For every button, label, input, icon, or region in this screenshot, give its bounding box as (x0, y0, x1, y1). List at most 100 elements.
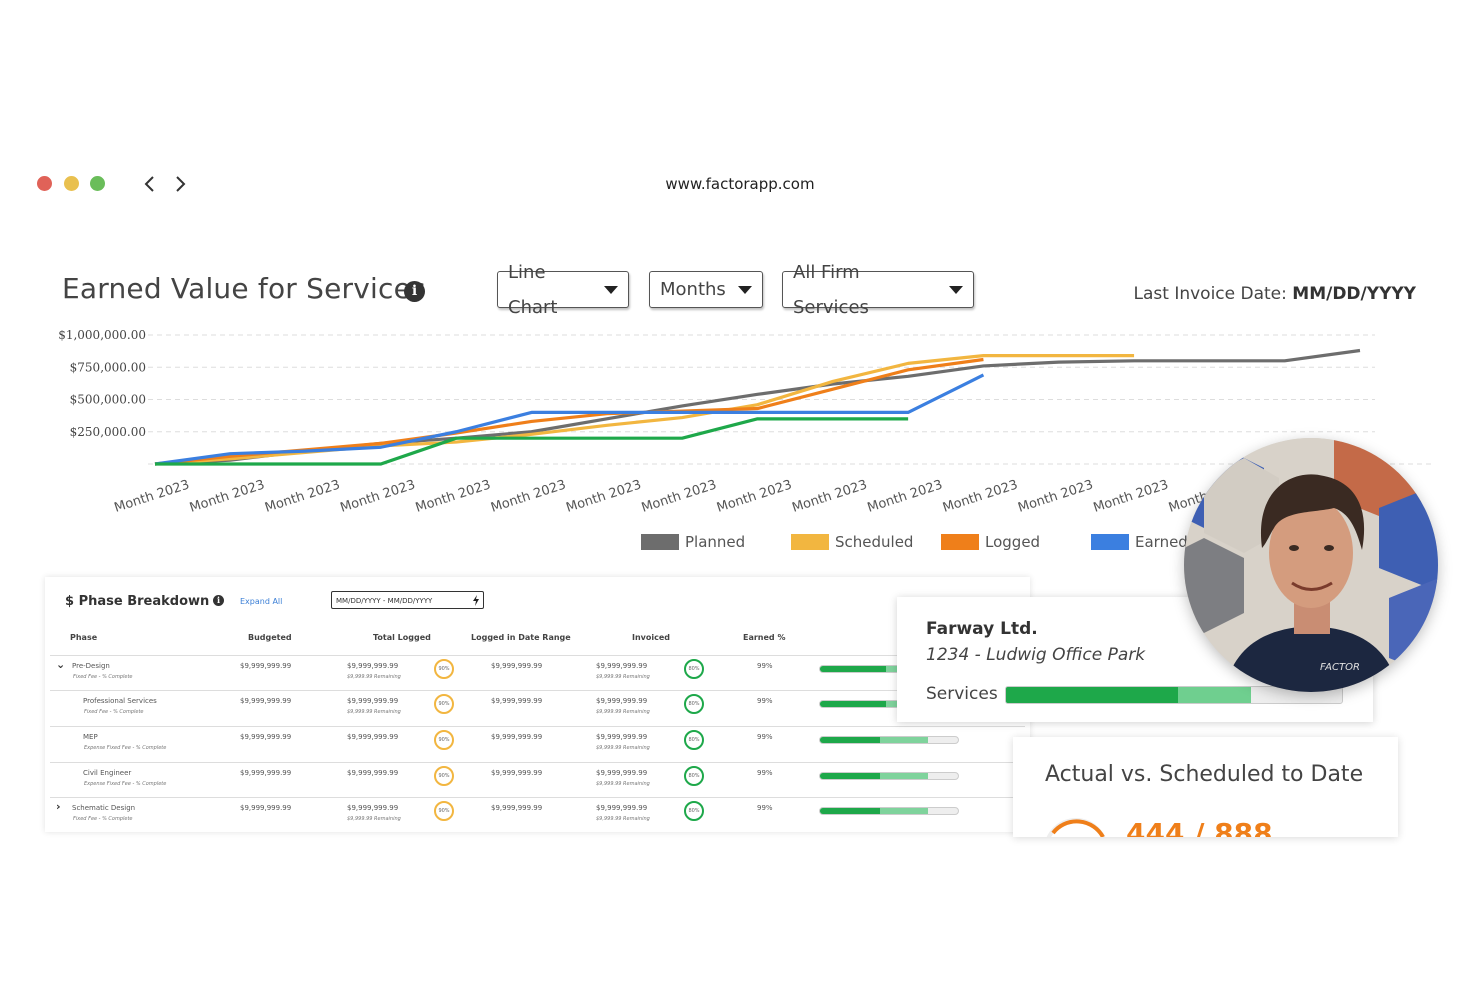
logged-in-range-value: $9,999,999.99 (491, 804, 543, 812)
col-budgeted[interactable]: Budgeted (248, 633, 292, 642)
y-tick-label: $1,000,000.00 (58, 328, 146, 342)
page-title: Earned Value for Services (62, 272, 426, 305)
invoiced-progress-ring: 80% (684, 659, 704, 679)
earned-pct-value: 99% (757, 662, 773, 670)
avatar: FACTOR (1184, 438, 1438, 692)
invoiced-progress-ring: 80% (684, 766, 704, 786)
row-expander-icon[interactable]: ⌄ (56, 658, 65, 671)
total-logged-value: $9,999,999.99 (347, 733, 399, 741)
earned-progress-actual (820, 666, 886, 672)
period-select-label: Months (660, 279, 726, 300)
logged-in-range-value: $9,999,999.99 (491, 733, 543, 741)
x-tick-label: Month 2023 (564, 477, 643, 515)
series-line-series-4[interactable] (155, 417, 909, 466)
actual-vs-scheduled-title: Actual vs. Scheduled to Date (1045, 762, 1364, 787)
earned-progress-bar (819, 772, 959, 780)
total-logged-value: $9,999,999.99 (347, 804, 399, 812)
info-icon[interactable]: i (404, 281, 425, 302)
series-line-scheduled[interactable] (154, 354, 1135, 466)
total-logged-value: $9,999,999.99 (347, 769, 399, 777)
x-tick-label: Month 2023 (113, 477, 192, 515)
actual-vs-scheduled-card: Actual vs. Scheduled to Date 444 / 888 (1013, 737, 1398, 837)
y-tick-label: $750,000.00 (70, 360, 146, 374)
chart-type-select[interactable]: Line Chart (497, 262, 629, 318)
phase-name: Schematic Design (72, 804, 136, 812)
budgeted-value: $9,999,999.99 (240, 697, 292, 705)
address-bar-url[interactable]: www.factorapp.com (0, 175, 1480, 193)
invoiced-progress-ring: 80% (684, 694, 704, 714)
date-range-value: MM/DD/YYYY - MM/DD/YYYY (336, 597, 433, 605)
caret-down-icon (738, 285, 752, 294)
legend-swatch (791, 534, 829, 550)
row-expander-icon[interactable]: › (56, 800, 61, 813)
table-row[interactable]: MEP Expense Fixed Fee - % Complete $9,999,… (50, 726, 1025, 762)
col-invoiced[interactable]: Invoiced (632, 633, 670, 642)
col-total-logged[interactable]: Total Logged (373, 633, 431, 642)
table-row[interactable]: › Schematic Design Fixed Fee - % Complete $… (50, 797, 1025, 832)
services-select[interactable]: All Firm Services (782, 262, 974, 318)
legend-label: Planned (685, 533, 746, 551)
last-invoice-value: MM/DD/YYYY (1292, 284, 1416, 304)
invoiced-value: $9,999,999.99 (596, 662, 648, 670)
x-tick-label: Month 2023 (1092, 477, 1171, 515)
earned-progress-actual (820, 737, 881, 743)
logged-in-range-value: $9,999,999.99 (491, 662, 543, 670)
earned-pct-value: 99% (757, 769, 773, 777)
shirt-logo-text: FACTOR (1320, 662, 1360, 673)
caret-down-icon (949, 285, 963, 294)
legend-planned[interactable]: Planned (641, 532, 745, 552)
phase-fee-type: Fixed Fee - % Complete (84, 709, 144, 715)
legend-scheduled[interactable]: Scheduled (791, 532, 913, 552)
invoiced-value: $9,999,999.99 (596, 697, 648, 705)
chart-type-select-label: Line Chart (508, 261, 558, 318)
services-label: Services (926, 684, 998, 704)
actual-vs-scheduled-value: 444 / 888 (1126, 817, 1273, 837)
invoiced-remaining: $9,999.99 Remaining (596, 709, 650, 715)
earned-pct-value: 99% (757, 733, 773, 741)
x-tick-label: Month 2023 (866, 477, 945, 515)
invoiced-value: $9,999,999.99 (596, 733, 648, 741)
logged-in-range-value: $9,999,999.99 (491, 697, 543, 705)
x-tick-label: Month 2023 (414, 477, 493, 515)
x-tick-label: Month 2023 (640, 477, 719, 515)
x-tick-label: Month 2023 (338, 477, 417, 515)
earned-progress-bar (819, 736, 959, 744)
col-logged-in-range[interactable]: Logged in Date Range (471, 633, 571, 642)
phase-fee-type: Expense Fixed Fee - % Complete (84, 781, 167, 787)
phase-name: Pre-Design (72, 662, 110, 670)
info-icon[interactable]: i (213, 595, 224, 606)
date-range-input[interactable]: MM/DD/YYYY - MM/DD/YYYY (331, 591, 484, 609)
table-row[interactable]: Professional Services Fixed Fee - % Compl… (50, 690, 1025, 726)
earned-progress-bar (819, 807, 959, 815)
total-logged-remaining: $9,999.99 Remaining (347, 709, 401, 715)
phase-breakdown-card: $ Phase Breakdown i Expand All MM/DD/YYY… (45, 577, 1030, 832)
x-tick-label: Month 2023 (790, 477, 869, 515)
period-select[interactable]: Months (649, 271, 763, 308)
total-logged-value: $9,999,999.99 (347, 697, 399, 705)
earned-progress-actual (820, 773, 881, 779)
budgeted-value: $9,999,999.99 (240, 662, 292, 670)
legend-earned[interactable]: Earned (1091, 532, 1188, 552)
phase-fee-type: Fixed Fee - % Complete (73, 674, 133, 680)
legend-label: Logged (985, 533, 1041, 551)
x-tick-label: Month 2023 (489, 477, 568, 515)
logged-progress-ring: 90% (434, 659, 454, 679)
invoiced-value: $9,999,999.99 (596, 769, 648, 777)
client-address: 1234 - Ludwig Office Park (926, 645, 1146, 665)
legend-logged[interactable]: Logged (941, 532, 1040, 552)
col-phase[interactable]: Phase (70, 633, 97, 642)
calendar-icon[interactable] (472, 595, 480, 606)
logged-progress-ring: 90% (434, 694, 454, 714)
table-row[interactable]: ⌄ Pre-Design Fixed Fee - % Complete $9,999,… (50, 655, 1025, 691)
logged-progress-ring: 90% (434, 801, 454, 821)
expand-all-link[interactable]: Expand All (240, 597, 282, 606)
col-earned-pct[interactable]: Earned % (743, 633, 785, 642)
phase-fee-type: Fixed Fee - % Complete (73, 816, 133, 822)
earned-progress-actual (820, 808, 881, 814)
table-row[interactable]: Civil Engineer Expense Fixed Fee - % Comp… (50, 762, 1025, 798)
legend-swatch (1091, 534, 1129, 550)
phase-name: MEP (83, 733, 98, 741)
budgeted-value: $9,999,999.99 (240, 769, 292, 777)
logged-progress-ring: 90% (434, 730, 454, 750)
client-name: Farway Ltd. (926, 619, 1038, 639)
